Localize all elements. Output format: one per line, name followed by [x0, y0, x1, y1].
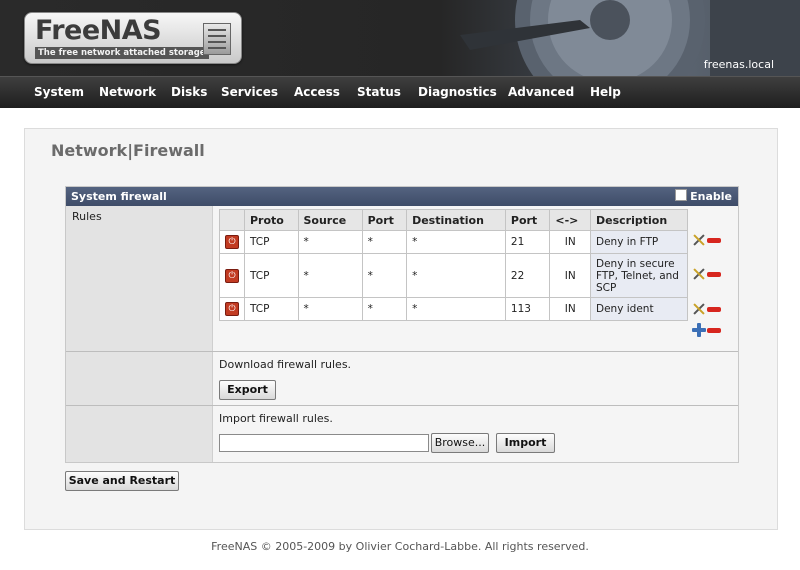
- source-port-cell: *: [361, 253, 408, 298]
- add-actions: [692, 323, 721, 340]
- nav-network[interactable]: Network: [99, 77, 156, 108]
- browse-button[interactable]: Browse...: [431, 433, 489, 453]
- rules-label: Rules: [72, 210, 102, 223]
- edit-icon[interactable]: [692, 302, 706, 316]
- destination-cell: *: [406, 230, 506, 254]
- destination-cell: *: [406, 297, 506, 321]
- add-icon[interactable]: [692, 323, 706, 337]
- nav-diagnostics[interactable]: Diagnostics: [418, 77, 497, 108]
- col-destination: Destination: [406, 209, 506, 231]
- status-cell: ⏻: [219, 297, 245, 321]
- source-cell: *: [297, 230, 363, 254]
- export-label-cell: [66, 352, 213, 405]
- table-row: ⏻ TCP * * * 21 IN Deny in FTP: [219, 230, 688, 254]
- nav-disks[interactable]: Disks: [171, 77, 207, 108]
- description-cell: Deny ident: [590, 297, 688, 321]
- import-button[interactable]: Import: [496, 433, 555, 453]
- col-description: Description: [590, 209, 688, 231]
- proto-cell: TCP: [244, 230, 299, 254]
- table-header-row: Proto Source Port Destination Port <-> D…: [219, 209, 688, 231]
- hostname: freenas.local: [703, 58, 774, 71]
- edit-icon[interactable]: [692, 267, 706, 281]
- enable-label: Enable: [690, 190, 732, 203]
- power-icon[interactable]: ⏻: [225, 268, 239, 283]
- source-cell: *: [297, 253, 363, 298]
- nav-system[interactable]: System: [34, 77, 84, 108]
- panel-title: System firewall: [71, 190, 167, 203]
- panel-header: System firewall Enable: [66, 187, 738, 206]
- status-cell: ⏻: [219, 230, 245, 254]
- col-source: Source: [297, 209, 363, 231]
- dest-port-cell: 113: [504, 297, 551, 321]
- nav-advanced[interactable]: Advanced: [508, 77, 574, 108]
- direction-cell: IN: [549, 253, 591, 298]
- footer: FreeNAS © 2005-2009 by Olivier Cochard-L…: [211, 540, 589, 553]
- save-and-restart-button[interactable]: Save and Restart: [65, 471, 179, 491]
- col-status: [219, 209, 245, 231]
- firewall-panel: System firewall Enable Rules Proto Sourc…: [65, 186, 739, 463]
- enable-checkbox[interactable]: Enable: [675, 189, 732, 203]
- delete-icon[interactable]: [707, 272, 721, 277]
- dest-port-cell: 22: [504, 253, 551, 298]
- file-path-input[interactable]: [219, 434, 429, 452]
- direction-cell: IN: [549, 230, 591, 254]
- status-cell: ⏻: [219, 253, 245, 298]
- direction-cell: IN: [549, 297, 591, 321]
- dest-port-cell: 21: [504, 230, 551, 254]
- edit-icon[interactable]: [692, 233, 706, 247]
- delete-icon[interactable]: [707, 238, 721, 243]
- description-cell: Deny in FTP: [590, 230, 688, 254]
- col-dest-port: Port: [504, 209, 551, 231]
- page-title: Network|Firewall: [51, 141, 205, 160]
- logo-title: FreeNAS: [35, 15, 162, 46]
- col-direction: <->: [549, 209, 591, 231]
- power-icon[interactable]: ⏻: [225, 235, 239, 249]
- row-actions: [692, 233, 721, 250]
- download-text: Download firewall rules.: [219, 358, 352, 371]
- import-cell: Import firewall rules. Browse... Import: [213, 406, 738, 462]
- col-proto: Proto: [244, 209, 299, 231]
- nav-access[interactable]: Access: [294, 77, 340, 108]
- nav-services[interactable]: Services: [221, 77, 278, 108]
- col-source-port: Port: [361, 209, 408, 231]
- freenas-logo[interactable]: FreeNAS The free network attached storag…: [24, 12, 242, 64]
- server-icon: [203, 23, 231, 55]
- table-row: ⏻ TCP * * * 22 IN Deny in secure FTP, Te…: [219, 253, 688, 298]
- logo-subtitle: The free network attached storage: [35, 47, 209, 59]
- source-cell: *: [297, 297, 363, 321]
- checkbox-box[interactable]: [675, 189, 688, 201]
- rules-cell: Proto Source Port Destination Port <-> D…: [213, 206, 738, 351]
- proto-cell: TCP: [244, 253, 299, 298]
- source-port-cell: *: [361, 230, 408, 254]
- rules-table: Proto Source Port Destination Port <-> D…: [219, 209, 688, 321]
- delete-icon[interactable]: [707, 307, 721, 312]
- rules-label-cell: Rules: [66, 206, 213, 351]
- destination-cell: *: [406, 253, 506, 298]
- content-area: Network|Firewall System firewall Enable …: [24, 128, 778, 530]
- header: FreeNAS The free network attached storag…: [0, 0, 800, 76]
- import-text: Import firewall rules.: [219, 412, 333, 425]
- source-port-cell: *: [361, 297, 408, 321]
- row-actions: [692, 267, 721, 284]
- table-row: ⏻ TCP * * * 113 IN Deny ident: [219, 297, 688, 321]
- import-label-cell: [66, 406, 213, 462]
- export-button[interactable]: Export: [219, 380, 276, 400]
- nav-help[interactable]: Help: [590, 77, 621, 108]
- delete-icon[interactable]: [707, 328, 721, 333]
- nav-status[interactable]: Status: [357, 77, 401, 108]
- description-cell: Deny in secure FTP, Telnet, and SCP: [590, 253, 688, 298]
- power-icon[interactable]: ⏻: [225, 302, 239, 316]
- row-actions: [692, 302, 721, 319]
- proto-cell: TCP: [244, 297, 299, 321]
- main-nav: System Network Disks Services Access Sta…: [0, 76, 800, 108]
- export-cell: Download firewall rules. Export: [213, 352, 738, 405]
